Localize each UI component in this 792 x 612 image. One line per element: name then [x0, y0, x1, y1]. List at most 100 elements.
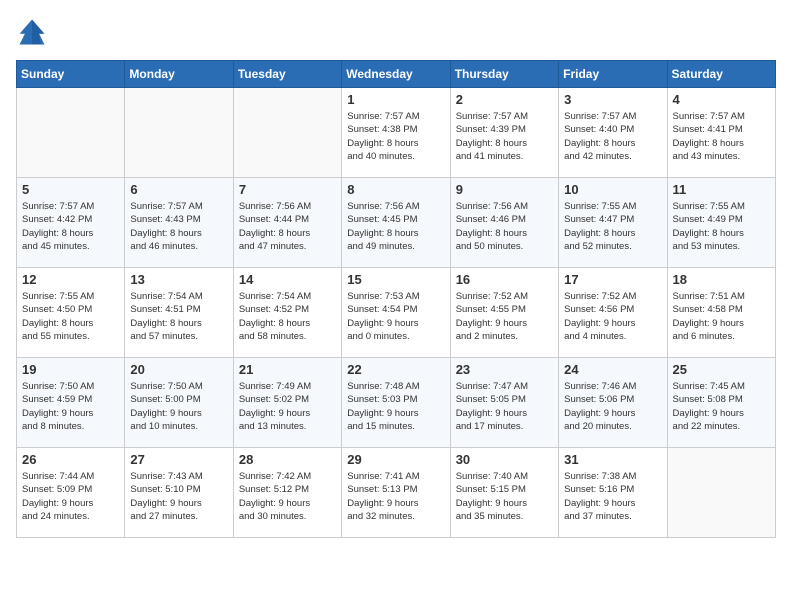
day-number: 14 — [239, 272, 336, 287]
cell-info: Sunrise: 7:57 AM Sunset: 4:41 PM Dayligh… — [673, 110, 770, 163]
calendar-cell: 28 Sunrise: 7:42 AM Sunset: 5:12 PM Dayli… — [233, 448, 341, 538]
cell-info: Sunrise: 7:55 AM Sunset: 4:49 PM Dayligh… — [673, 200, 770, 253]
calendar-cell: 30Sunrise: 7:40 AM Sunset: 5:15 PM Dayli… — [450, 448, 558, 538]
cell-info: Sunrise: 7:38 AM Sunset: 5:16 PM Dayligh… — [564, 470, 661, 523]
calendar-cell: 7Sunrise: 7:56 AM Sunset: 4:44 PM Daylig… — [233, 178, 341, 268]
calendar-cell: 2 Sunrise: 7:57 AM Sunset: 4:39 PM Daylig… — [450, 88, 558, 178]
cell-info: Sunrise: 7:47 AM Sunset: 5:05 PM Dayligh… — [456, 380, 553, 433]
calendar-table: SundayMondayTuesdayWednesdayThursdayFrid… — [16, 60, 776, 538]
day-number: 17 — [564, 272, 661, 287]
cell-info: Sunrise: 7:54 AM Sunset: 4:51 PM Dayligh… — [130, 290, 227, 343]
weekday-header-saturday: Saturday — [667, 61, 775, 88]
calendar-cell: 4 Sunrise: 7:57 AM Sunset: 4:41 PM Daylig… — [667, 88, 775, 178]
cell-info: Sunrise: 7:56 AM Sunset: 4:46 PM Dayligh… — [456, 200, 553, 253]
calendar-cell: 18 Sunrise: 7:51 AM Sunset: 4:58 PM Dayli… — [667, 268, 775, 358]
calendar-cell: 12 Sunrise: 7:55 AM Sunset: 4:50 PM Dayli… — [17, 268, 125, 358]
day-number: 7 — [239, 182, 336, 197]
cell-info: Sunrise: 7:57 AM Sunset: 4:40 PM Dayligh… — [564, 110, 661, 163]
day-number: 31 — [564, 452, 661, 467]
calendar-cell: 1 Sunrise: 7:57 AM Sunset: 4:38 PM Daylig… — [342, 88, 450, 178]
calendar-cell — [667, 448, 775, 538]
day-number: 9 — [456, 182, 553, 197]
weekday-header-sunday: Sunday — [17, 61, 125, 88]
cell-info: Sunrise: 7:42 AM Sunset: 5:12 PM Dayligh… — [239, 470, 336, 523]
day-number: 20 — [130, 362, 227, 377]
calendar-cell: 25 Sunrise: 7:45 AM Sunset: 5:08 PM Dayli… — [667, 358, 775, 448]
cell-info: Sunrise: 7:48 AM Sunset: 5:03 PM Dayligh… — [347, 380, 444, 433]
cell-info: Sunrise: 7:46 AM Sunset: 5:06 PM Dayligh… — [564, 380, 661, 433]
calendar-cell: 24 Sunrise: 7:46 AM Sunset: 5:06 PM Dayli… — [559, 358, 667, 448]
cell-info: Sunrise: 7:49 AM Sunset: 5:02 PM Dayligh… — [239, 380, 336, 433]
calendar-cell: 17 Sunrise: 7:52 AM Sunset: 4:56 PM Dayli… — [559, 268, 667, 358]
calendar-cell: 27Sunrise: 7:43 AM Sunset: 5:10 PM Dayli… — [125, 448, 233, 538]
cell-info: Sunrise: 7:41 AM Sunset: 5:13 PM Dayligh… — [347, 470, 444, 523]
day-number: 6 — [130, 182, 227, 197]
logo — [16, 16, 52, 48]
day-number: 12 — [22, 272, 119, 287]
page-header — [16, 16, 776, 48]
day-number: 18 — [673, 272, 770, 287]
cell-info: Sunrise: 7:57 AM Sunset: 4:38 PM Dayligh… — [347, 110, 444, 163]
day-number: 22 — [347, 362, 444, 377]
weekday-header-friday: Friday — [559, 61, 667, 88]
weekday-header-tuesday: Tuesday — [233, 61, 341, 88]
cell-info: Sunrise: 7:55 AM Sunset: 4:47 PM Dayligh… — [564, 200, 661, 253]
day-number: 4 — [673, 92, 770, 107]
calendar-cell — [233, 88, 341, 178]
day-number: 27 — [130, 452, 227, 467]
cell-info: Sunrise: 7:52 AM Sunset: 4:55 PM Dayligh… — [456, 290, 553, 343]
cell-info: Sunrise: 7:53 AM Sunset: 4:54 PM Dayligh… — [347, 290, 444, 343]
weekday-header-monday: Monday — [125, 61, 233, 88]
cell-info: Sunrise: 7:52 AM Sunset: 4:56 PM Dayligh… — [564, 290, 661, 343]
calendar-cell: 10 Sunrise: 7:55 AM Sunset: 4:47 PM Dayli… — [559, 178, 667, 268]
calendar-cell: 14 Sunrise: 7:54 AM Sunset: 4:52 PM Dayli… — [233, 268, 341, 358]
cell-info: Sunrise: 7:56 AM Sunset: 4:45 PM Dayligh… — [347, 200, 444, 253]
cell-info: Sunrise: 7:50 AM Sunset: 4:59 PM Dayligh… — [22, 380, 119, 433]
cell-info: Sunrise: 7:44 AM Sunset: 5:09 PM Dayligh… — [22, 470, 119, 523]
day-number: 15 — [347, 272, 444, 287]
day-number: 29 — [347, 452, 444, 467]
calendar-cell: 8 Sunrise: 7:56 AM Sunset: 4:45 PM Daylig… — [342, 178, 450, 268]
day-number: 3 — [564, 92, 661, 107]
calendar-cell — [125, 88, 233, 178]
calendar-cell: 29 Sunrise: 7:41 AM Sunset: 5:13 PM Dayli… — [342, 448, 450, 538]
day-number: 2 — [456, 92, 553, 107]
calendar-cell: 5 Sunrise: 7:57 AM Sunset: 4:42 PM Daylig… — [17, 178, 125, 268]
calendar-cell: 9 Sunrise: 7:56 AM Sunset: 4:46 PM Daylig… — [450, 178, 558, 268]
day-number: 21 — [239, 362, 336, 377]
calendar-cell: 3 Sunrise: 7:57 AM Sunset: 4:40 PM Daylig… — [559, 88, 667, 178]
cell-info: Sunrise: 7:57 AM Sunset: 4:39 PM Dayligh… — [456, 110, 553, 163]
day-number: 28 — [239, 452, 336, 467]
day-number: 8 — [347, 182, 444, 197]
day-number: 25 — [673, 362, 770, 377]
day-number: 11 — [673, 182, 770, 197]
logo-icon — [16, 16, 48, 48]
cell-info: Sunrise: 7:54 AM Sunset: 4:52 PM Dayligh… — [239, 290, 336, 343]
weekday-header-thursday: Thursday — [450, 61, 558, 88]
calendar-cell: 16Sunrise: 7:52 AM Sunset: 4:55 PM Dayli… — [450, 268, 558, 358]
day-number: 13 — [130, 272, 227, 287]
calendar-cell — [17, 88, 125, 178]
calendar-cell: 6 Sunrise: 7:57 AM Sunset: 4:43 PM Daylig… — [125, 178, 233, 268]
cell-info: Sunrise: 7:45 AM Sunset: 5:08 PM Dayligh… — [673, 380, 770, 433]
day-number: 23 — [456, 362, 553, 377]
cell-info: Sunrise: 7:57 AM Sunset: 4:42 PM Dayligh… — [22, 200, 119, 253]
day-number: 1 — [347, 92, 444, 107]
cell-info: Sunrise: 7:50 AM Sunset: 5:00 PM Dayligh… — [130, 380, 227, 433]
calendar-cell: 15 Sunrise: 7:53 AM Sunset: 4:54 PM Dayli… — [342, 268, 450, 358]
day-number: 5 — [22, 182, 119, 197]
day-number: 24 — [564, 362, 661, 377]
cell-info: Sunrise: 7:57 AM Sunset: 4:43 PM Dayligh… — [130, 200, 227, 253]
calendar-cell: 20 Sunrise: 7:50 AM Sunset: 5:00 PM Dayli… — [125, 358, 233, 448]
calendar-cell: 26Sunrise: 7:44 AM Sunset: 5:09 PM Dayli… — [17, 448, 125, 538]
calendar-cell: 19Sunrise: 7:50 AM Sunset: 4:59 PM Dayli… — [17, 358, 125, 448]
weekday-header-wednesday: Wednesday — [342, 61, 450, 88]
day-number: 10 — [564, 182, 661, 197]
calendar-cell: 31 Sunrise: 7:38 AM Sunset: 5:16 PM Dayli… — [559, 448, 667, 538]
day-number: 30 — [456, 452, 553, 467]
cell-info: Sunrise: 7:55 AM Sunset: 4:50 PM Dayligh… — [22, 290, 119, 343]
calendar-cell: 23 Sunrise: 7:47 AM Sunset: 5:05 PM Dayli… — [450, 358, 558, 448]
calendar-cell: 11 Sunrise: 7:55 AM Sunset: 4:49 PM Dayli… — [667, 178, 775, 268]
calendar-cell: 21 Sunrise: 7:49 AM Sunset: 5:02 PM Dayli… — [233, 358, 341, 448]
cell-info: Sunrise: 7:51 AM Sunset: 4:58 PM Dayligh… — [673, 290, 770, 343]
